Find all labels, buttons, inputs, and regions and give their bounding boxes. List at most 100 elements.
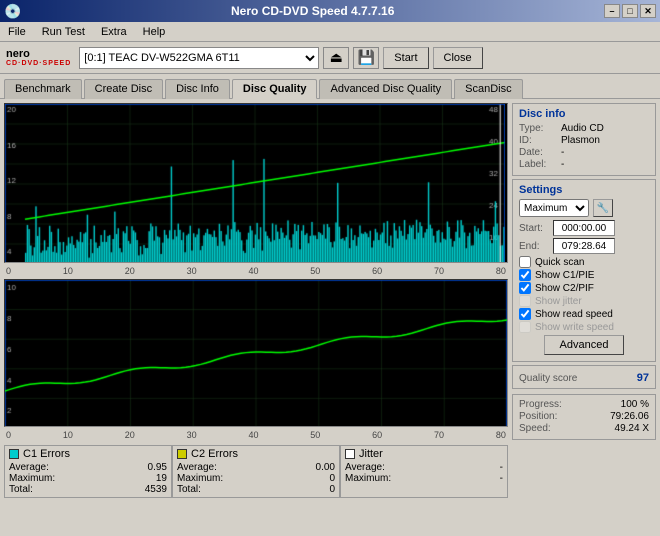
c2-color-box [177,449,187,459]
toolbar: nero CD·DVD·SPEED [0:1] TEAC DV-W522GMA … [0,42,660,74]
disc-info-title: Disc info [519,108,649,120]
menu-run-test[interactable]: Run Test [38,25,89,39]
jitter-max-label: Maximum: [345,473,391,484]
sub-chart-x-labels: 0 10 20 30 40 50 60 70 80 [4,430,508,440]
jitter-max-value: - [500,473,503,484]
main-chart-x-labels: 0 10 20 30 40 50 60 70 80 [4,266,508,276]
settings-title: Settings [519,184,649,196]
c2-avg-value: 0.00 [316,462,335,473]
show-write-speed-row: Show write speed [519,321,649,333]
jitter-color-box [345,449,355,459]
quality-score-label: Quality score [519,373,577,384]
date-value: - [561,147,564,158]
speed-select[interactable]: Maximum [519,199,589,217]
titlebar-title: Nero CD-DVD Speed 4.7.7.16 [231,4,394,18]
menu-extra[interactable]: Extra [97,25,131,39]
minimize-button[interactable]: – [604,4,620,18]
maximize-button[interactable]: □ [622,4,638,18]
c1-color-box [9,449,19,459]
position-value: 79:26.06 [610,411,649,422]
show-c2-checkbox[interactable] [519,282,531,294]
quick-scan-label: Quick scan [535,257,584,268]
c2-max-value: 0 [329,473,335,484]
quick-scan-checkbox[interactable] [519,256,531,268]
settings-section: Settings Maximum 🔧 Start: End: Quick sca… [512,179,656,362]
app-icon: 💿 [4,3,21,20]
chart-area: 0 10 20 30 40 50 60 70 80 0 10 20 30 40 … [4,103,508,531]
c2-total-value: 0 [329,484,335,495]
c2-avg-label: Average: [177,462,217,473]
show-read-speed-row: Show read speed [519,308,649,320]
menu-file[interactable]: File [4,25,30,39]
tab-advanced-disc-quality[interactable]: Advanced Disc Quality [319,79,452,99]
jitter-avg-label: Average: [345,462,385,473]
c1-max-label: Maximum: [9,473,55,484]
show-jitter-row: Show jitter [519,295,649,307]
end-input[interactable] [553,238,615,254]
titlebar: 💿 Nero CD-DVD Speed 4.7.7.16 – □ ✕ [0,0,660,22]
nero-logo: nero CD·DVD·SPEED [6,49,71,67]
show-read-speed-checkbox[interactable] [519,308,531,320]
eject-button[interactable]: ⏏ [323,47,349,69]
jitter-avg-value: - [500,462,503,473]
show-c1-label: Show C1/PIE [535,270,594,281]
type-value: Audio CD [561,123,604,134]
id-value: Plasmon [561,135,600,146]
sub-chart [4,279,508,427]
legend-c1: C1 Errors Average:0.95 Maximum:19 Total:… [4,445,172,498]
quick-scan-row: Quick scan [519,256,649,268]
legend: C1 Errors Average:0.95 Maximum:19 Total:… [4,445,508,498]
settings-icon-btn[interactable]: 🔧 [593,199,613,217]
start-button[interactable]: Start [383,47,428,69]
close-disc-button[interactable]: Close [433,47,483,69]
speed-label: Speed: [519,423,551,434]
main-chart [4,103,508,263]
speed-value: 49.24 X [615,423,649,434]
tab-disc-info[interactable]: Disc Info [165,79,230,99]
legend-jitter: Jitter Average: - Maximum: - [340,445,508,498]
id-label: ID: [519,135,557,146]
show-c1-row: Show C1/PIE [519,269,649,281]
show-jitter-label: Show jitter [535,296,582,307]
show-c2-row: Show C2/PIF [519,282,649,294]
show-c2-label: Show C2/PIF [535,283,594,294]
progress-section: Progress: 100 % Position: 79:26.06 Speed… [512,394,656,440]
quality-score-value: 97 [637,372,649,384]
nero-logo-text: nero [6,49,71,60]
c2-title: C2 Errors [191,448,238,460]
progress-value: 100 % [621,399,649,410]
advanced-button[interactable]: Advanced [544,335,624,355]
save-button[interactable]: 💾 [353,47,379,69]
show-c1-checkbox[interactable] [519,269,531,281]
menu-help[interactable]: Help [139,25,170,39]
nero-logo-sub: CD·DVD·SPEED [6,60,71,67]
close-button[interactable]: ✕ [640,4,656,18]
right-panel: Disc info Type: Audio CD ID: Plasmon Dat… [512,103,656,531]
jitter-title: Jitter [359,448,383,460]
c1-avg-value: 0.95 [148,462,167,473]
quality-section: Quality score 97 [512,365,656,389]
disc-label-value: - [561,159,564,170]
start-label: Start: [519,223,553,234]
tab-disc-quality[interactable]: Disc Quality [232,79,318,99]
start-input[interactable] [553,220,615,236]
c2-max-label: Maximum: [177,473,223,484]
tabs: Benchmark Create Disc Disc Info Disc Qua… [0,74,660,99]
menubar: File Run Test Extra Help [0,22,660,42]
progress-label: Progress: [519,399,562,410]
c2-total-label: Total: [177,484,201,495]
drive-selector[interactable]: [0:1] TEAC DV-W522GMA 6T11 [79,47,319,69]
type-label: Type: [519,123,557,134]
show-jitter-checkbox [519,295,531,307]
end-label: End: [519,241,553,252]
disc-label-label: Label: [519,159,557,170]
date-label: Date: [519,147,557,158]
tab-scandisc[interactable]: ScanDisc [454,79,522,99]
tab-create-disc[interactable]: Create Disc [84,79,163,99]
c1-total-value: 4539 [145,484,167,495]
content: 0 10 20 30 40 50 60 70 80 0 10 20 30 40 … [0,99,660,535]
position-label: Position: [519,411,557,422]
show-read-speed-label: Show read speed [535,309,613,320]
titlebar-controls: – □ ✕ [604,4,656,18]
tab-benchmark[interactable]: Benchmark [4,79,82,99]
